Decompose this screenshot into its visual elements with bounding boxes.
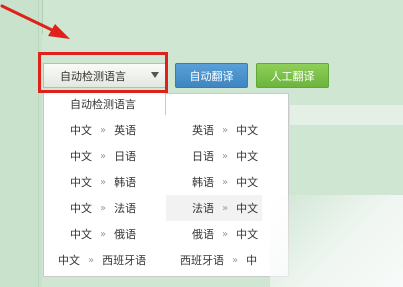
arrow-separator-icon: »	[232, 254, 239, 266]
source-language: 中文	[70, 150, 92, 163]
source-language: 中文	[70, 228, 92, 241]
arrow-separator-icon: »	[100, 124, 107, 136]
arrow-separator-icon: »	[100, 228, 107, 240]
dropdown-row: 中文 » 韩语 韩语 » 中文	[44, 169, 288, 195]
language-pair-option[interactable]: 俄语 » 中文	[192, 221, 258, 247]
source-language: 中文	[70, 176, 92, 189]
target-language: 日语	[114, 150, 137, 163]
target-language: 中文	[236, 150, 259, 163]
dropdown-option-label: 自动检测语言	[70, 98, 136, 111]
language-pair-option[interactable]: 中文 » 英语	[70, 117, 136, 143]
language-pair-option[interactable]: 英语 » 中文	[192, 117, 258, 143]
language-pair-option[interactable]: 中文 » 日语	[70, 143, 136, 169]
dropdown-row: 中文 » 英语 英语 » 中文	[44, 117, 288, 143]
source-language: 中文	[70, 202, 92, 215]
highlight-annotation	[38, 52, 168, 93]
language-pair-option[interactable]: 中文 » 韩语	[70, 169, 136, 195]
human-translate-button[interactable]: 人工翻译	[256, 63, 329, 88]
language-pair-option-hovered[interactable]: 法语 » 中文	[166, 195, 262, 221]
arrow-separator-icon: »	[100, 202, 107, 214]
background-divider-top	[42, 0, 43, 34]
target-language: 中文	[236, 176, 259, 189]
target-language: 中文	[236, 202, 259, 215]
source-language: 中文	[58, 254, 80, 267]
language-pair-option[interactable]: 中文 » 西班牙语	[58, 247, 146, 273]
language-pair-option[interactable]: 中文 » 法语	[70, 195, 136, 221]
target-language: 中	[246, 254, 258, 267]
dropdown-option-auto-detect[interactable]: 自动检测语言	[43, 93, 166, 115]
target-language: 韩语	[114, 176, 137, 189]
language-pair-option[interactable]: 韩语 » 中文	[192, 169, 258, 195]
source-language: 俄语	[192, 228, 214, 241]
language-pair-option[interactable]: 日语 » 中文	[192, 143, 258, 169]
arrow-separator-icon: »	[222, 228, 229, 240]
dropdown-row: 中文 » 日语 日语 » 中文	[44, 143, 288, 169]
source-language: 西班牙语	[180, 254, 224, 267]
target-language: 俄语	[114, 228, 137, 241]
source-language: 英语	[192, 124, 214, 137]
source-language: 韩语	[192, 176, 214, 189]
source-language: 日语	[192, 150, 214, 163]
target-language: 中文	[236, 124, 259, 137]
background-divider	[38, 0, 39, 287]
bottom-right-fade	[270, 195, 403, 287]
background-strip	[290, 105, 403, 125]
arrow-separator-icon: »	[222, 124, 229, 136]
dropdown-row: 中文 » 俄语 俄语 » 中文	[44, 221, 288, 247]
language-pair-option[interactable]: 中文 » 俄语	[70, 221, 136, 247]
target-language: 西班牙语	[102, 254, 147, 267]
arrow-separator-icon: »	[222, 176, 229, 188]
machine-translate-button[interactable]: 自动翻译	[175, 63, 248, 88]
background-panel	[0, 0, 42, 287]
source-language: 中文	[70, 124, 92, 137]
arrow-separator-icon: »	[100, 150, 107, 162]
dropdown-row: 中文 » 西班牙语 西班牙语 » 中	[44, 247, 288, 273]
dropdown-row: 中文 » 法语 法语 » 中文	[44, 195, 288, 221]
source-language: 法语	[192, 202, 214, 215]
human-translate-label: 人工翻译	[270, 69, 315, 83]
target-language: 法语	[114, 202, 137, 215]
arrow-separator-icon: »	[100, 176, 107, 188]
machine-translate-label: 自动翻译	[189, 69, 234, 83]
arrow-separator-icon: »	[222, 202, 229, 214]
arrow-separator-icon: »	[88, 254, 95, 266]
arrow-separator-icon: »	[222, 150, 229, 162]
language-pair-option[interactable]: 西班牙语 » 中	[180, 247, 257, 273]
target-language: 中文	[236, 228, 259, 241]
target-language: 英语	[114, 124, 137, 137]
